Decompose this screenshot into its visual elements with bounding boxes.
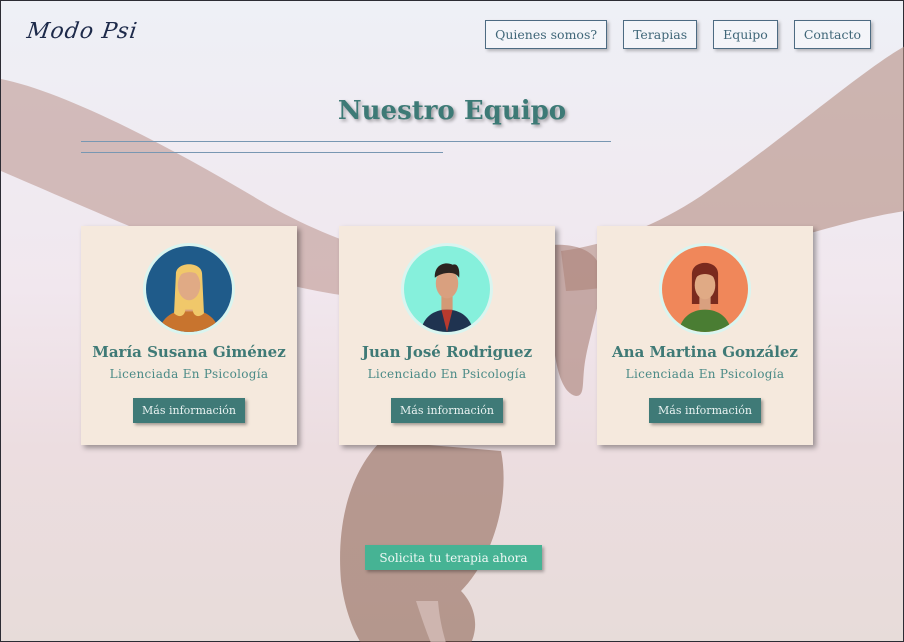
woman-blonde-icon <box>143 243 235 335</box>
team-card-ana: Ana Martina González Licenciada En Psico… <box>597 226 813 445</box>
more-info-button[interactable]: Más información <box>391 398 503 423</box>
nav-terapias[interactable]: Terapias <box>623 20 698 49</box>
nav-equipo[interactable]: Equipo <box>713 20 778 49</box>
member-role: Licenciada En Psicología <box>625 367 785 381</box>
woman-brunette-icon <box>659 243 751 335</box>
page-title: Nuestro Equipo <box>337 96 567 126</box>
man-suit-icon <box>401 243 493 335</box>
title-divider-short <box>81 152 443 153</box>
more-info-button[interactable]: Más información <box>133 398 245 423</box>
main-navigation: Quienes somos? Terapias Equipo Contacto <box>485 20 871 49</box>
member-role: Licenciado En Psicología <box>367 367 527 381</box>
brand-logo[interactable]: Modo Psi <box>25 19 139 44</box>
team-card-maria: María Susana Giménez Licenciada En Psico… <box>81 226 297 445</box>
member-role: Licenciada En Psicología <box>109 367 269 381</box>
nav-contacto[interactable]: Contacto <box>793 20 871 49</box>
more-info-button[interactable]: Más información <box>649 398 761 423</box>
team-card-juan: Juan José Rodriguez Licenciado En Psicol… <box>339 226 555 445</box>
member-name: Juan José Rodriguez <box>361 343 533 361</box>
nav-quienes-somos[interactable]: Quienes somos? <box>485 20 608 49</box>
title-divider-long <box>81 141 611 142</box>
member-name: María Susana Giménez <box>92 343 286 361</box>
member-name: Ana Martina González <box>612 343 798 361</box>
request-therapy-button[interactable]: Solicita tu terapia ahora <box>365 545 542 570</box>
